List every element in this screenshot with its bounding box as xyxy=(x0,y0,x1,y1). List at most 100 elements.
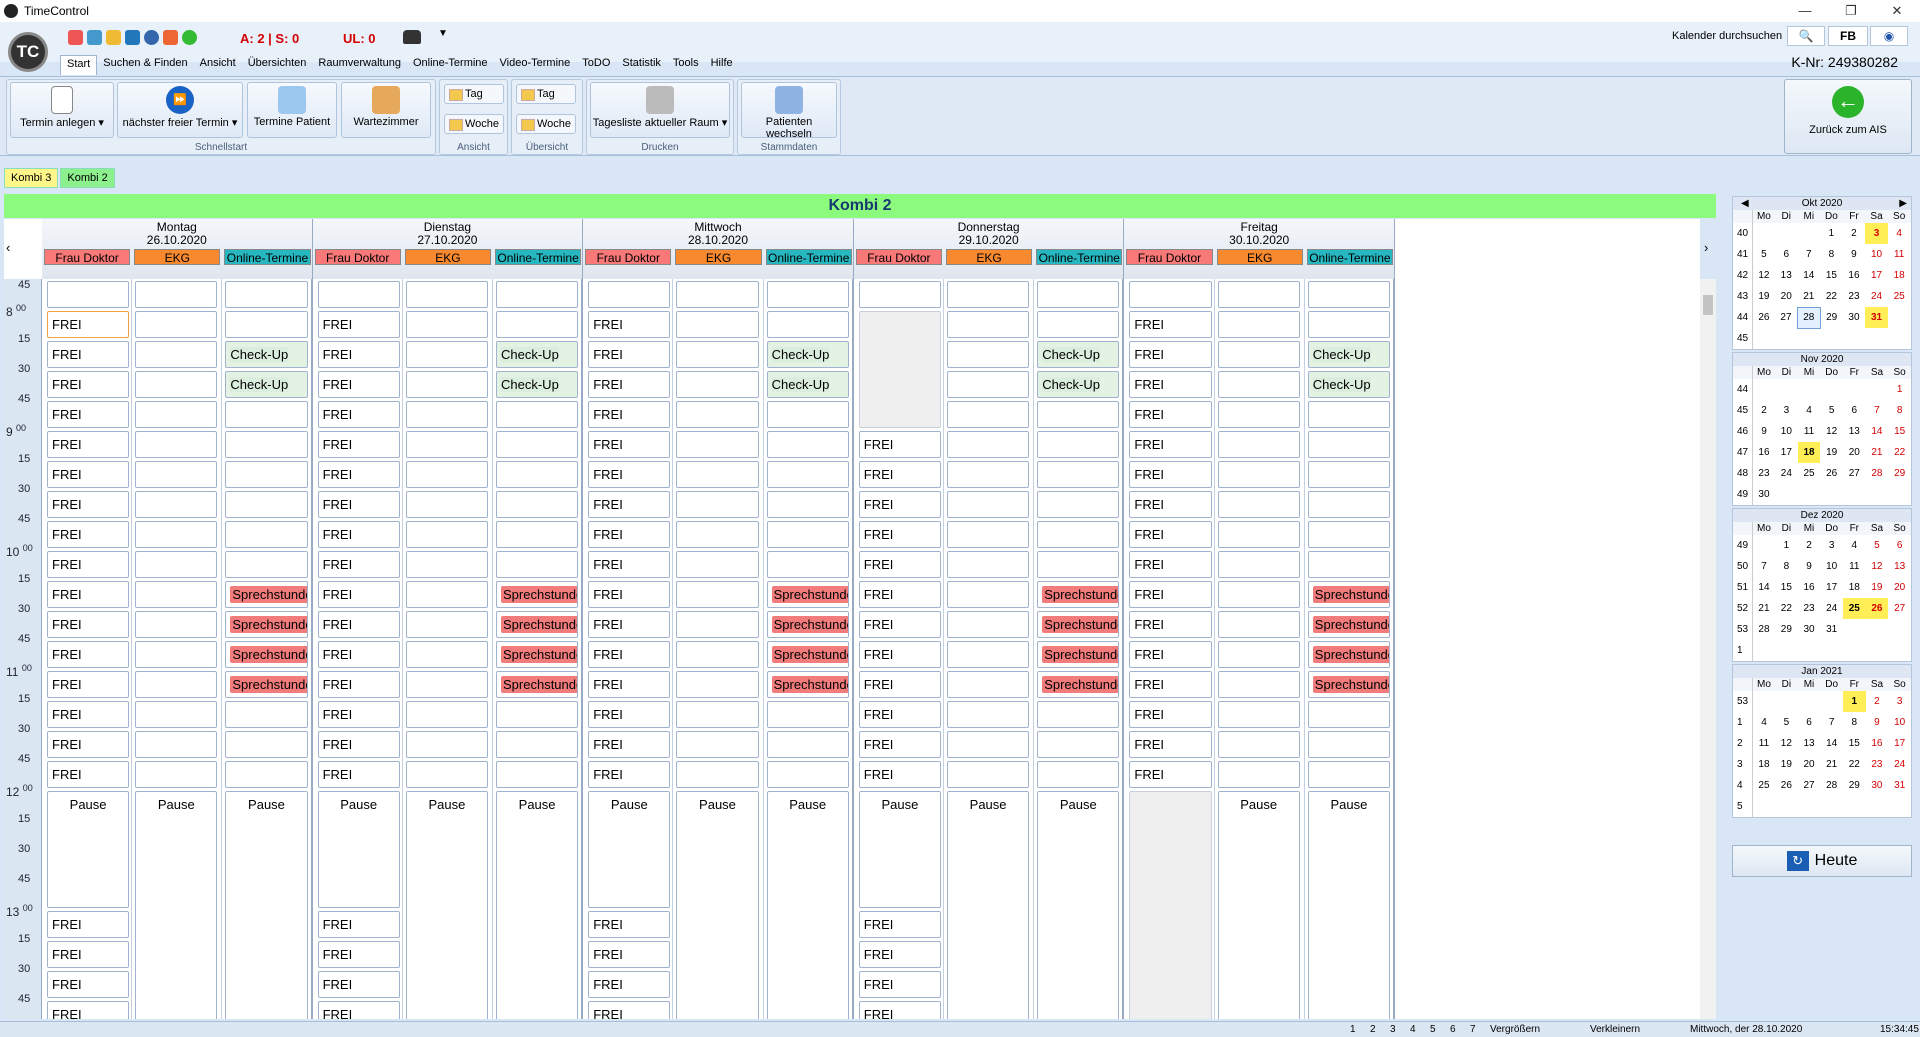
day-cell[interactable]: 26 xyxy=(1752,307,1775,328)
appointment-slot[interactable]: FREI xyxy=(1129,761,1212,788)
appointment-slot[interactable]: Sprechstunde xyxy=(766,671,849,698)
appointment-slot[interactable] xyxy=(405,731,488,758)
appointment-slot[interactable]: FREI xyxy=(47,731,130,758)
appointment-slot[interactable] xyxy=(676,371,759,398)
day-cell[interactable]: 12 xyxy=(1820,421,1843,442)
appointment-slot[interactable]: FREI xyxy=(858,971,941,998)
day-cell[interactable]: 23 xyxy=(1866,754,1889,775)
day-cell[interactable] xyxy=(1888,307,1911,328)
appointment-slot[interactable] xyxy=(405,701,488,728)
appointment-slot[interactable] xyxy=(1217,671,1300,698)
day-cell[interactable]: 22 xyxy=(1888,442,1911,463)
day-cell[interactable]: 30 xyxy=(1866,775,1889,796)
appointment-slot[interactable]: Check-Up xyxy=(1307,341,1390,368)
appointment-slot[interactable]: Pause xyxy=(496,791,579,1019)
ansicht-tag-button[interactable]: Tag xyxy=(444,84,504,104)
appointment-slot[interactable] xyxy=(1307,731,1390,758)
appointment-slot[interactable] xyxy=(135,611,218,638)
day-cell[interactable]: 24 xyxy=(1865,286,1888,307)
appointment-slot[interactable]: FREI xyxy=(317,581,400,608)
appointment-slot[interactable]: FREI xyxy=(1129,701,1212,728)
appointment-slot[interactable] xyxy=(135,641,218,668)
appointment-slot[interactable] xyxy=(676,611,759,638)
appointment-slot[interactable] xyxy=(135,731,218,758)
appointment-slot[interactable] xyxy=(947,611,1030,638)
appointment-slot[interactable]: FREI xyxy=(588,641,671,668)
day-cell[interactable]: 6 xyxy=(1775,244,1798,265)
day-cell[interactable]: 6 xyxy=(1843,400,1866,421)
appointment-slot[interactable] xyxy=(947,731,1030,758)
day-cell[interactable]: 21 xyxy=(1798,286,1821,307)
day-cell[interactable] xyxy=(1752,640,1775,661)
appointment-slot[interactable] xyxy=(947,761,1030,788)
appointment-slot[interactable]: FREI xyxy=(588,701,671,728)
appointment-slot[interactable]: FREI xyxy=(588,551,671,578)
day-cell[interactable] xyxy=(1820,484,1843,505)
appointment-slot[interactable] xyxy=(135,521,218,548)
appointment-slot[interactable] xyxy=(1217,581,1300,608)
day-cell[interactable]: 4 xyxy=(1888,223,1911,244)
day-cell[interactable]: 23 xyxy=(1798,598,1821,619)
appointment-slot[interactable] xyxy=(496,491,579,518)
day-cell[interactable]: 12 xyxy=(1775,733,1798,754)
day-cell[interactable]: 20 xyxy=(1843,442,1866,463)
appointment-slot[interactable] xyxy=(1129,791,1212,1019)
refresh-icon[interactable] xyxy=(182,30,197,45)
naechster-termin-button[interactable]: ⏩ nächster freier Termin ▾ xyxy=(117,82,243,138)
appointment-slot[interactable]: FREI xyxy=(588,971,671,998)
appointment-slot[interactable]: Sprechstunde xyxy=(766,641,849,668)
resource-onl[interactable]: Online-Termine xyxy=(1036,249,1123,265)
appointment-slot[interactable] xyxy=(858,311,941,428)
appointment-slot[interactable] xyxy=(676,431,759,458)
resource-onl[interactable]: Online-Termine xyxy=(765,249,852,265)
appointment-slot[interactable]: Sprechstunde xyxy=(225,641,308,668)
resource-onl[interactable]: Online-Termine xyxy=(495,249,582,265)
appointment-slot[interactable] xyxy=(1307,281,1390,308)
appointment-slot[interactable] xyxy=(496,311,579,338)
appointment-slot[interactable] xyxy=(317,281,400,308)
termin-anlegen-button[interactable]: Termin anlegen ▾ xyxy=(10,82,114,138)
day-cell[interactable]: 29 xyxy=(1843,775,1866,796)
appointment-slot[interactable]: FREI xyxy=(47,641,130,668)
day-cell[interactable]: 8 xyxy=(1888,400,1911,421)
termine-patient-button[interactable]: Termine Patient xyxy=(247,82,337,138)
appointment-slot[interactable]: Check-Up xyxy=(1037,341,1120,368)
appointment-slot[interactable] xyxy=(496,521,579,548)
day-cell[interactable]: 24 xyxy=(1775,463,1798,484)
appointment-slot[interactable]: FREI xyxy=(47,551,130,578)
appointment-slot[interactable]: Sprechstunde xyxy=(225,611,308,638)
appointment-slot[interactable] xyxy=(676,671,759,698)
lifebuoy-icon[interactable] xyxy=(163,30,178,45)
appointment-slot[interactable]: Check-Up xyxy=(496,341,579,368)
resource-doc[interactable]: Frau Doktor xyxy=(855,249,942,265)
menu-item-3[interactable]: Übersichten xyxy=(242,55,313,75)
day-cell[interactable]: 14 xyxy=(1798,265,1821,286)
appointment-slot[interactable] xyxy=(1307,761,1390,788)
appointment-slot[interactable]: FREI xyxy=(47,491,130,518)
appointment-slot[interactable] xyxy=(676,521,759,548)
appointment-slot[interactable]: Sprechstunde xyxy=(496,581,579,608)
uebersicht-woche-button[interactable]: Woche xyxy=(516,114,576,134)
appointment-slot[interactable]: FREI xyxy=(47,971,130,998)
appointment-slot[interactable]: FREI xyxy=(588,371,671,398)
search-icon[interactable]: 🔍 xyxy=(1787,26,1825,46)
resource-ekg[interactable]: EKG xyxy=(134,249,221,265)
appointment-slot[interactable] xyxy=(496,701,579,728)
appointment-slot[interactable]: FREI xyxy=(47,701,130,728)
menu-item-1[interactable]: Suchen & Finden xyxy=(97,55,193,75)
day-cell[interactable]: 25 xyxy=(1888,286,1911,307)
day-cell[interactable]: 1 xyxy=(1820,223,1843,244)
appointment-slot[interactable] xyxy=(225,311,308,338)
appointment-slot[interactable]: Sprechstunde xyxy=(1307,671,1390,698)
appointment-slot[interactable] xyxy=(496,761,579,788)
day-cell[interactable]: 22 xyxy=(1820,286,1843,307)
day-cell[interactable]: 7 xyxy=(1752,556,1775,577)
day-cell[interactable]: 9 xyxy=(1843,244,1866,265)
appointment-slot[interactable] xyxy=(135,461,218,488)
next-week-icon[interactable]: › xyxy=(1704,240,1708,255)
appointment-slot[interactable]: FREI xyxy=(317,491,400,518)
minimize-button[interactable]: — xyxy=(1782,0,1828,22)
appointment-slot[interactable]: FREI xyxy=(588,521,671,548)
day-cell[interactable]: 5 xyxy=(1752,244,1775,265)
appointment-slot[interactable] xyxy=(135,491,218,518)
